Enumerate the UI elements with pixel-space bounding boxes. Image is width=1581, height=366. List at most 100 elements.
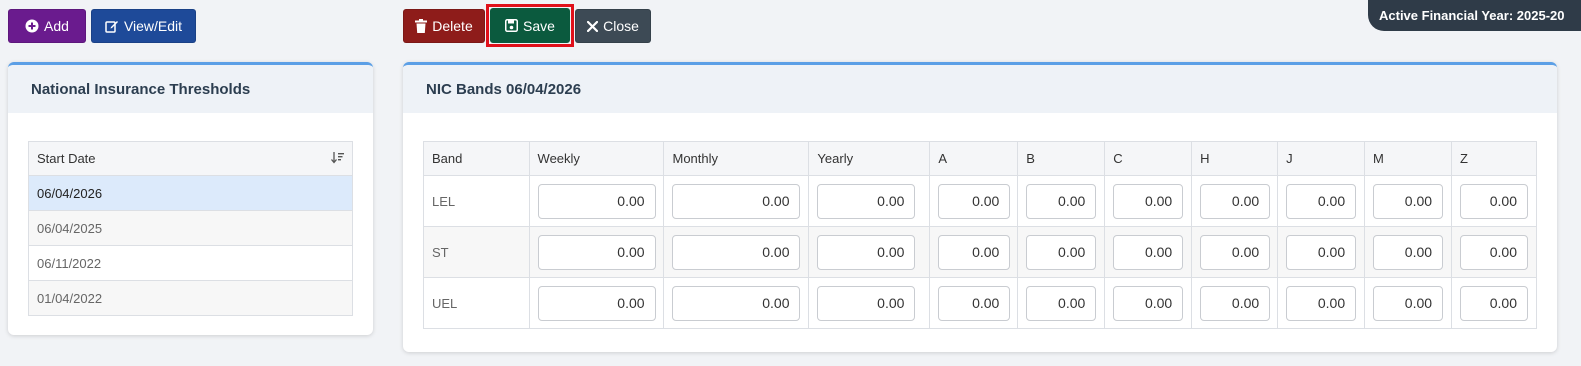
add-button[interactable]: Add <box>8 9 86 43</box>
band-value-cell <box>1450 277 1538 329</box>
nic-bands-header-row: Band Weekly Monthly Yearly A B C H J M Z <box>423 141 1538 176</box>
band-value-cell <box>808 277 931 329</box>
band-value-cell <box>1277 226 1366 278</box>
table-row[interactable]: 06/04/2026 <box>28 175 353 211</box>
band-value-cell <box>528 226 665 278</box>
threshold-monthly-input[interactable] <box>672 234 801 270</box>
band-value-cell <box>1191 226 1279 278</box>
table-row[interactable]: 01/04/2022 <box>28 280 353 316</box>
threshold-weekly-input[interactable] <box>537 183 656 219</box>
start-date-column-header[interactable]: Start Date <box>28 141 353 176</box>
threshold-z-input[interactable] <box>1459 183 1528 219</box>
band-value-cell <box>663 226 810 278</box>
start-date-cell: 06/04/2025 <box>28 210 353 246</box>
column-header-m: M <box>1364 141 1452 176</box>
band-value-cell <box>929 226 1019 278</box>
column-header-band: Band <box>423 141 530 176</box>
close-button[interactable]: Close <box>575 9 651 43</box>
nic-bands-panel: NIC Bands 06/04/2026 Band Weekly Monthly Ye… <box>403 62 1557 352</box>
add-button-label: Add <box>44 18 69 34</box>
threshold-m-input[interactable] <box>1373 285 1444 321</box>
threshold-h-input[interactable] <box>1200 183 1271 219</box>
threshold-monthly-input[interactable] <box>672 183 801 219</box>
column-header-weekly: Weekly <box>528 141 665 176</box>
edit-icon <box>105 19 119 33</box>
band-value-cell <box>1104 277 1193 329</box>
thresholds-table: Start Date 06/04/2026 06/04/2025 06/11/2… <box>28 141 353 316</box>
threshold-z-input[interactable] <box>1459 234 1528 270</box>
plus-circle-icon <box>25 19 39 33</box>
band-value-cell <box>929 277 1019 329</box>
floppy-disk-icon <box>505 19 519 32</box>
band-value-cell <box>1017 277 1106 329</box>
save-button-label: Save <box>523 17 555 34</box>
table-row[interactable]: 06/04/2025 <box>28 210 353 246</box>
band-value-cell <box>1104 175 1193 227</box>
threshold-b-input[interactable] <box>1026 183 1097 219</box>
column-header-a: A <box>929 141 1019 176</box>
thresholds-panel-title: National Insurance Thresholds <box>8 65 373 113</box>
threshold-c-input[interactable] <box>1113 234 1184 270</box>
threshold-h-input[interactable] <box>1200 285 1271 321</box>
column-header-j: J <box>1277 141 1366 176</box>
threshold-monthly-input[interactable] <box>672 285 801 321</box>
close-button-label: Close <box>603 18 639 34</box>
band-value-cell <box>1104 226 1193 278</box>
band-value-cell <box>1017 226 1106 278</box>
view-edit-button-label: View/Edit <box>123 18 183 34</box>
threshold-j-input[interactable] <box>1286 285 1357 321</box>
threshold-b-input[interactable] <box>1026 234 1097 270</box>
start-date-cell: 06/04/2026 <box>28 175 353 211</box>
band-value-cell <box>1450 226 1538 278</box>
band-name-cell: ST <box>423 226 530 278</box>
threshold-j-input[interactable] <box>1286 183 1357 219</box>
threshold-c-input[interactable] <box>1113 183 1184 219</box>
column-header-z: Z <box>1450 141 1538 176</box>
band-value-cell <box>808 175 931 227</box>
active-financial-year-badge: Active Financial Year: 2025-20 <box>1368 0 1581 31</box>
table-row[interactable]: 06/11/2022 <box>28 245 353 281</box>
threshold-yearly-input[interactable] <box>817 183 916 219</box>
threshold-weekly-input[interactable] <box>537 285 656 321</box>
band-value-cell <box>1450 175 1538 227</box>
band-value-cell <box>929 175 1019 227</box>
threshold-a-input[interactable] <box>938 183 1011 219</box>
band-value-cell <box>663 175 810 227</box>
band-name-cell: UEL <box>423 277 530 329</box>
threshold-a-input[interactable] <box>938 285 1011 321</box>
threshold-yearly-input[interactable] <box>817 234 916 270</box>
nic-bands-panel-title: NIC Bands 06/04/2026 <box>403 65 1557 113</box>
thresholds-panel: National Insurance Thresholds Start Date… <box>8 62 373 335</box>
column-header-b: B <box>1017 141 1106 176</box>
band-value-cell <box>1017 175 1106 227</box>
delete-button[interactable]: Delete <box>403 9 485 43</box>
threshold-m-input[interactable] <box>1373 234 1444 270</box>
save-button[interactable]: Save <box>490 8 570 43</box>
view-edit-button[interactable]: View/Edit <box>91 9 196 43</box>
threshold-j-input[interactable] <box>1286 234 1357 270</box>
band-value-cell <box>1277 175 1366 227</box>
band-value-cell <box>1364 175 1452 227</box>
start-date-header-label: Start Date <box>37 151 96 166</box>
trash-icon <box>415 19 428 33</box>
nic-bands-table: BandWeeklyMonthlyYearlyABCHJMZ LELSTUEL <box>423 141 1538 329</box>
band-value-cell <box>808 226 931 278</box>
threshold-a-input[interactable] <box>938 234 1011 270</box>
threshold-m-input[interactable] <box>1373 183 1444 219</box>
threshold-h-input[interactable] <box>1200 234 1271 270</box>
start-date-cell: 06/11/2022 <box>28 245 353 281</box>
sort-descending-icon[interactable] <box>331 152 344 167</box>
column-header-monthly: Monthly <box>663 141 810 176</box>
band-value-cell <box>663 277 810 329</box>
band-row-st: ST <box>423 226 1538 278</box>
threshold-weekly-input[interactable] <box>537 234 656 270</box>
threshold-c-input[interactable] <box>1113 285 1184 321</box>
threshold-b-input[interactable] <box>1026 285 1097 321</box>
band-value-cell <box>1191 277 1279 329</box>
column-header-h: H <box>1191 141 1279 176</box>
column-header-yearly: Yearly <box>808 141 931 176</box>
threshold-z-input[interactable] <box>1459 285 1528 321</box>
band-value-cell <box>1364 226 1452 278</box>
band-name-cell: LEL <box>423 175 530 227</box>
threshold-yearly-input[interactable] <box>817 285 916 321</box>
